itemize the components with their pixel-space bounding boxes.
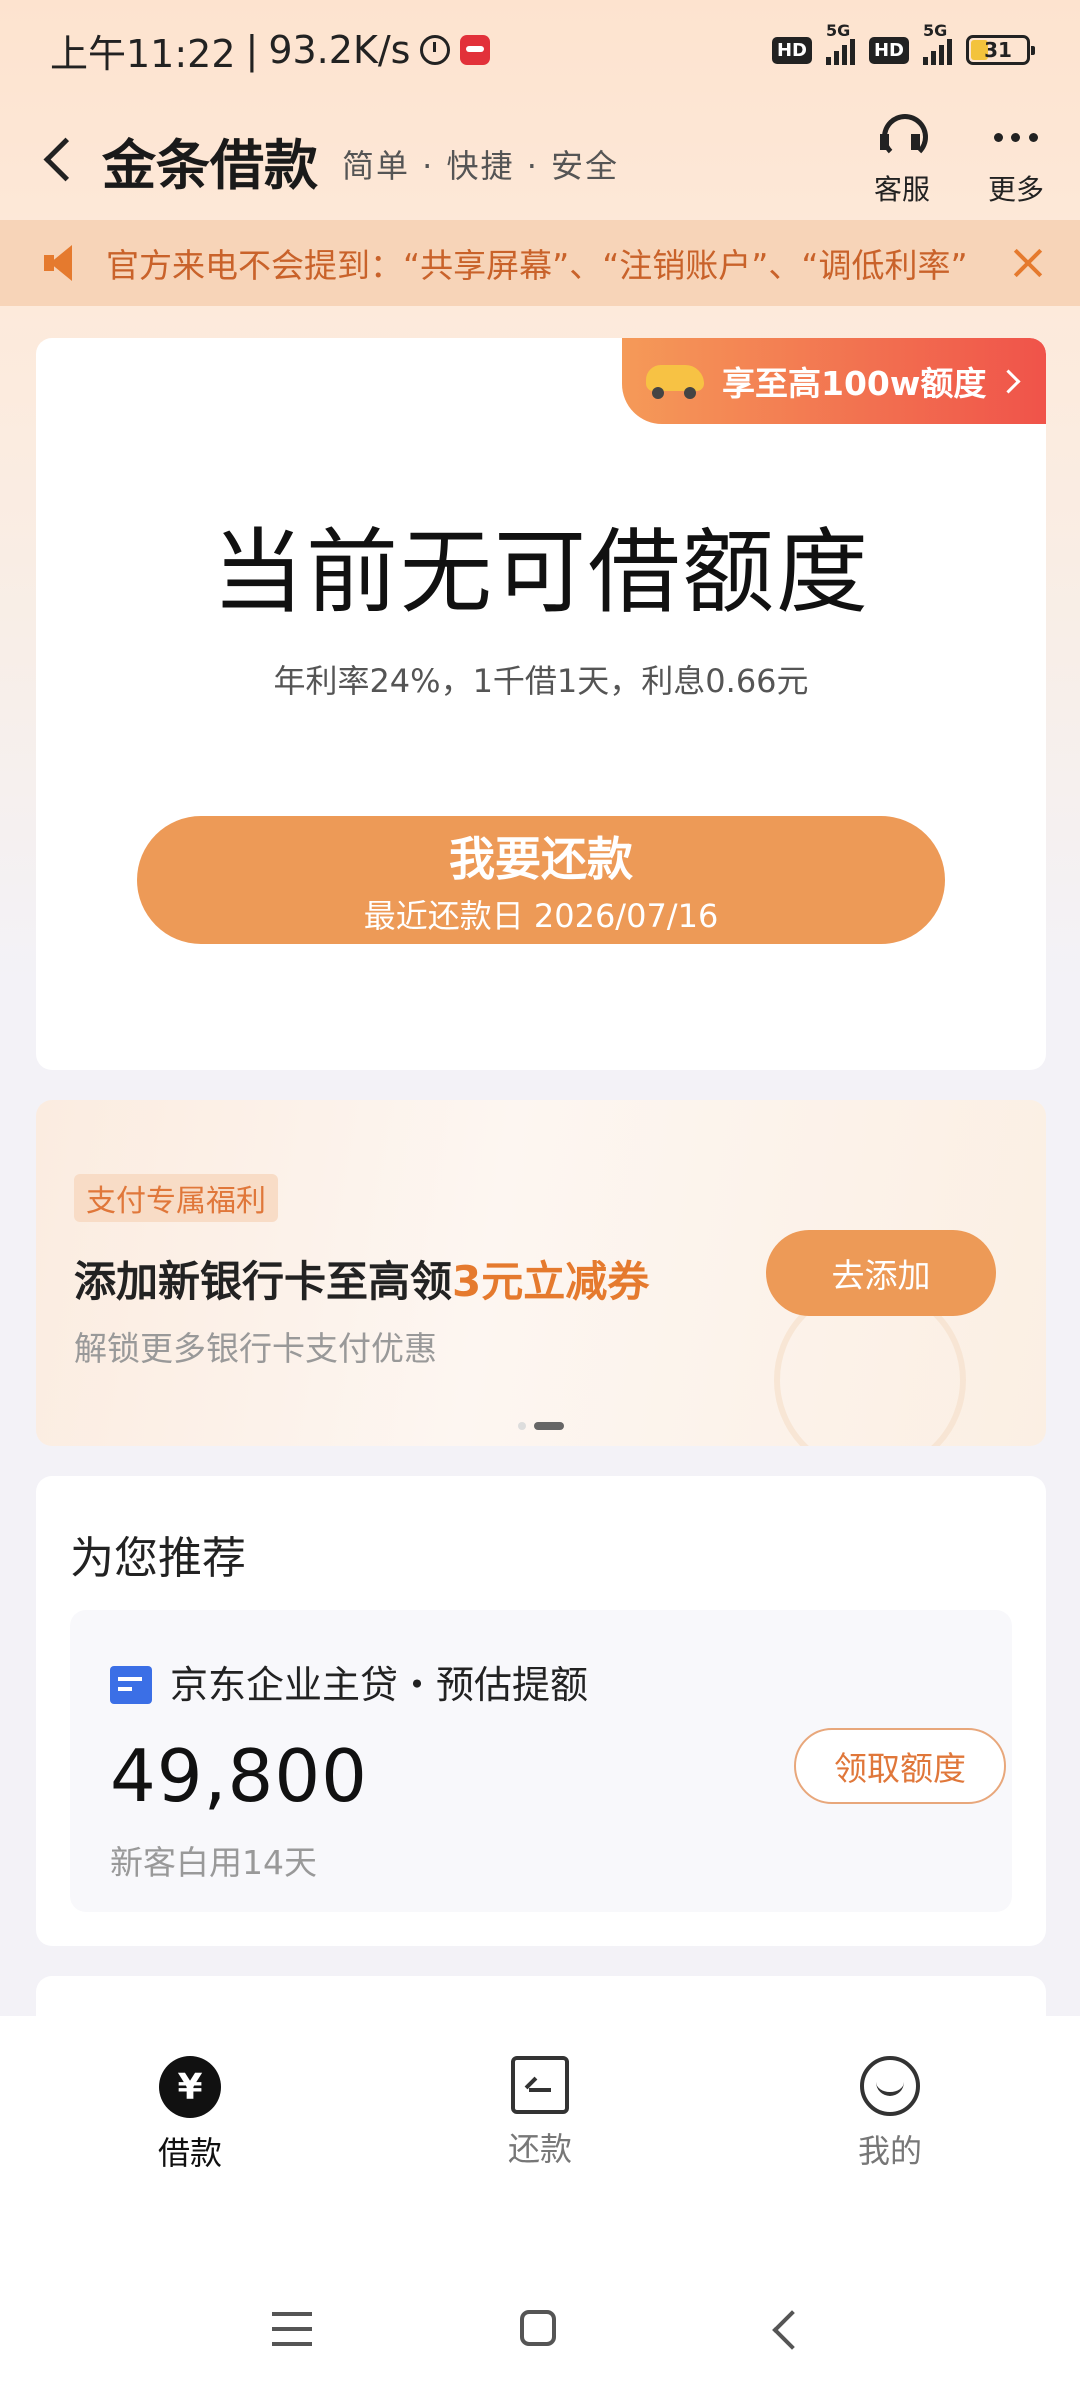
more-icon: [990, 112, 1042, 162]
carousel-dot-active: [534, 1422, 564, 1430]
repay-button-label: 我要还款: [449, 832, 633, 886]
speaker-icon: [44, 245, 84, 281]
app-header: 金条借款 简单 · 快捷 · 安全 客服 更多: [0, 100, 1080, 220]
credit-promo-tag[interactable]: 享至高100w额度: [622, 338, 1046, 424]
network-type-label: 5G: [825, 21, 851, 40]
repay-date: 最近还款日 2026/07/16: [363, 897, 719, 935]
app-notification-icon: [460, 35, 491, 65]
tab-mine[interactable]: 我的: [790, 2056, 990, 2172]
signal-icon: 5G: [923, 21, 952, 65]
notice-bar: 官方来电不会提到：“共享屏幕”、“注销账户”、“调低利率”: [0, 220, 1080, 306]
menu-icon[interactable]: [272, 2312, 312, 2346]
carousel-dot: [518, 1422, 526, 1430]
app-screen: 上午11:22 | 93.2K/s HD 5G HD 5G 31 金条借款 简单…: [0, 0, 1080, 2400]
status-time: 上午11:22: [50, 31, 236, 76]
hd-badge: HD: [868, 36, 909, 64]
smile-icon: [860, 2056, 920, 2116]
benefit-tag: 支付专属福利: [74, 1174, 278, 1222]
claim-credit-button[interactable]: 领取额度: [794, 1728, 1006, 1804]
car-icon: [642, 359, 708, 403]
tab-label: 借款: [157, 2134, 222, 2172]
recommend-section: 为您推荐 京东企业主贷・预估提额 49,800 新客白用14天 领取额度: [36, 1476, 1046, 1946]
product-name: 京东企业主贷・预估提额: [170, 1663, 589, 1707]
estimated-amount: 49,800: [110, 1734, 368, 1818]
credit-card-panel: 享至高100w额度 当前无可借额度 年利率24%，1千借1天，利息0.66元 我…: [36, 338, 1046, 1070]
network-type-label: 5G: [923, 21, 948, 40]
system-navigation-bar: [0, 2290, 1080, 2370]
benefit-banner[interactable]: 支付专属福利 添加新银行卡至高领3元立减券 解锁更多银行卡支付优惠 去添加: [36, 1100, 1046, 1446]
rate-info: 年利率24%，1千借1天，利息0.66元: [273, 662, 809, 700]
battery-level: 31: [984, 38, 1012, 62]
alarm-icon: [420, 35, 451, 65]
yen-icon: ¥: [159, 2056, 221, 2118]
more-label: 更多: [987, 173, 1044, 206]
add-card-button[interactable]: 去添加: [766, 1230, 996, 1316]
back-nav-icon[interactable]: [772, 2310, 812, 2350]
document-icon: [110, 1666, 152, 1704]
repay-button[interactable]: 我要还款 最近还款日 2026/07/16: [137, 816, 945, 944]
tab-repay[interactable]: 还款: [440, 2056, 640, 2170]
close-icon[interactable]: [1010, 245, 1046, 281]
signal-icon: 5G: [825, 21, 855, 65]
section-title: 为您推荐: [70, 1533, 246, 1584]
status-speed: 93.2K/s: [268, 28, 411, 72]
chevron-right-icon: [996, 368, 1021, 394]
credit-status-headline: 当前无可借额度: [211, 519, 870, 626]
back-icon[interactable]: [36, 130, 84, 190]
carousel-indicator: [36, 1422, 1046, 1430]
repay-icon: [511, 2056, 569, 2114]
benefit-title: 添加新银行卡至高领3元立减券: [74, 1248, 649, 1309]
customer-service-button[interactable]: 客服: [874, 112, 930, 208]
status-bar: 上午11:22 | 93.2K/s HD 5G HD 5G 31: [0, 0, 1080, 100]
tab-loan[interactable]: ¥ 借款: [90, 2056, 290, 2174]
benefit-subtitle: 解锁更多银行卡支付优惠: [74, 1329, 437, 1368]
headset-icon: [876, 112, 928, 162]
benefit-title-prefix: 添加新银行卡至高领: [74, 1257, 453, 1306]
more-button[interactable]: 更多: [988, 112, 1044, 208]
benefit-title-highlight: 3元立减券: [452, 1257, 650, 1306]
page-title: 金条借款: [102, 133, 318, 197]
page-subtitle: 简单 · 快捷 · 安全: [342, 147, 620, 185]
battery-icon: 31: [966, 35, 1035, 65]
customer-service-label: 客服: [873, 173, 930, 206]
tab-label: 还款: [507, 2130, 572, 2168]
promo-text: 享至高100w额度: [722, 364, 987, 403]
tab-label: 我的: [857, 2132, 922, 2170]
home-icon[interactable]: [520, 2310, 556, 2346]
status-divider: |: [245, 28, 259, 72]
product-note: 新客白用14天: [110, 1843, 317, 1882]
notice-text: 官方来电不会提到：“共享屏幕”、“注销账户”、“调低利率”: [106, 246, 968, 285]
recommend-item[interactable]: 京东企业主贷・预估提额 49,800 新客白用14天 领取额度: [70, 1610, 1012, 1912]
hd-badge: HD: [771, 36, 812, 64]
